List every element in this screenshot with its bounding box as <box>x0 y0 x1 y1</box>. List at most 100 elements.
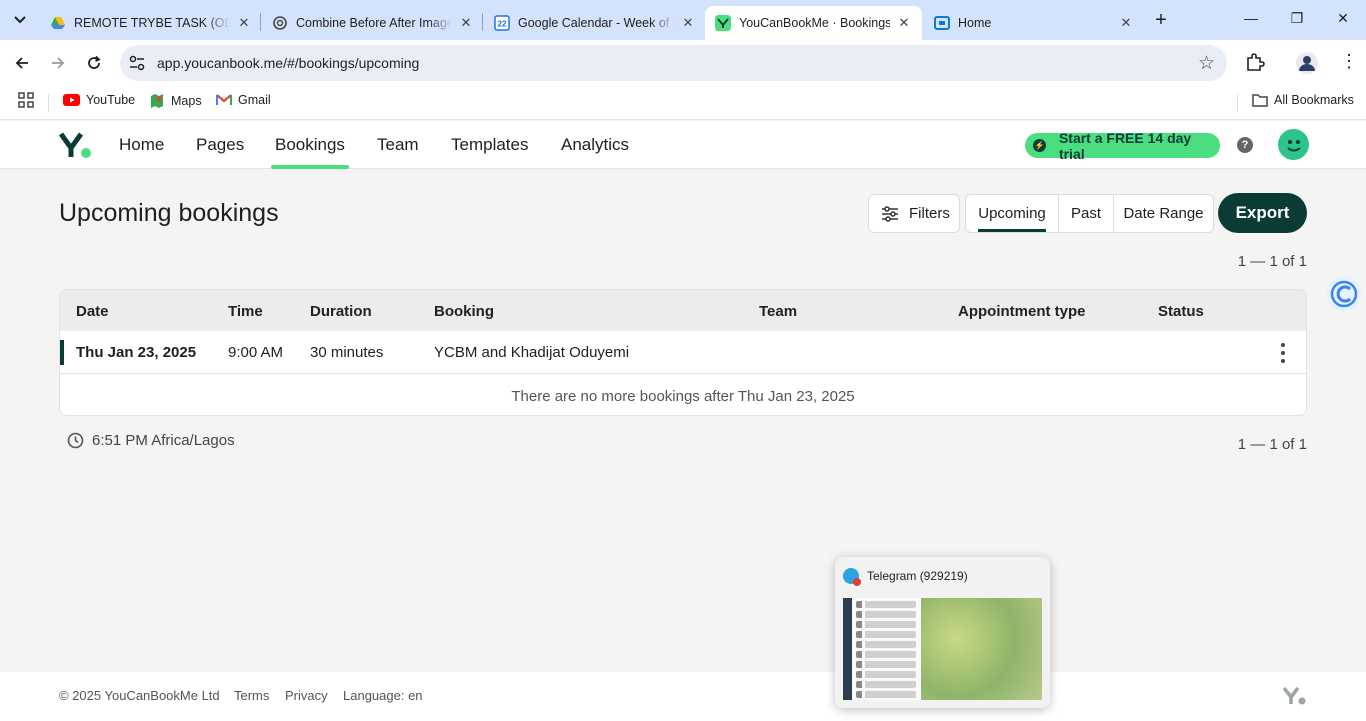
terms-link[interactable]: Terms <box>234 688 269 703</box>
filters-label: Filters <box>909 205 950 222</box>
nav-bookings[interactable]: Bookings <box>271 135 349 169</box>
bookmark-star-icon[interactable]: ☆ <box>1198 52 1215 75</box>
reload-button[interactable] <box>83 52 105 74</box>
cell-date: Thu Jan 23, 2025 <box>76 344 197 361</box>
back-button[interactable] <box>11 52 33 74</box>
telegram-window-preview[interactable]: Telegram (929219) <box>835 557 1050 708</box>
url-text: app.youcanbook.me/#/bookings/upcoming <box>157 55 420 71</box>
pagination-top: 1 — 1 of 1 <box>1237 253 1307 270</box>
grid-icon <box>18 92 34 108</box>
free-trial-button[interactable]: ⚡ Start a FREE 14 day trial <box>1025 130 1220 162</box>
pagination-bottom: 1 — 1 of 1 <box>1237 436 1307 453</box>
cell-duration: 30 minutes <box>310 344 384 361</box>
close-tab-icon[interactable]: ✕ <box>680 15 696 31</box>
all-bookmarks-button[interactable]: All Bookmarks <box>1252 93 1354 107</box>
browser-tab-home[interactable]: Home ✕ <box>924 6 1144 40</box>
export-button[interactable]: Export <box>1218 193 1307 233</box>
extensions-button[interactable] <box>1245 52 1265 77</box>
help-icon[interactable]: ? <box>1237 137 1253 153</box>
timezone-indicator: 6:51 PM Africa/Lagos <box>67 432 235 449</box>
free-trial-label: Start a FREE 14 day trial <box>1058 129 1192 162</box>
google-calendar-icon: 22 <box>494 15 510 31</box>
close-tab-icon[interactable]: ✕ <box>236 15 252 31</box>
column-appointment-type[interactable]: Appointment type <box>958 303 1086 320</box>
lightning-icon: ⚡ <box>1033 139 1046 152</box>
bookmark-youtube[interactable]: YouTube <box>63 93 135 107</box>
address-bar[interactable]: app.youcanbook.me/#/bookings/upcoming ☆ <box>120 45 1227 81</box>
maximize-icon[interactable]: ❐ <box>1287 10 1307 27</box>
youtube-icon <box>63 94 80 106</box>
new-tab-button[interactable]: + <box>1150 9 1172 31</box>
puzzle-icon <box>1247 53 1265 71</box>
segment-upcoming[interactable]: Upcoming <box>966 195 1058 232</box>
divider <box>1237 94 1238 112</box>
column-duration[interactable]: Duration <box>310 303 372 320</box>
youcanbookme-favicon-icon <box>715 15 731 31</box>
close-tab-icon[interactable]: ✕ <box>458 15 474 31</box>
no-more-bookings-message: There are no more bookings after Thu Jan… <box>511 388 855 405</box>
tab-search-button[interactable] <box>8 8 32 32</box>
nav-pages[interactable]: Pages <box>196 135 244 169</box>
telegram-icon <box>843 568 861 586</box>
folder-icon <box>1252 94 1268 107</box>
openai-icon <box>273 16 287 30</box>
browser-tab-combine-images[interactable]: Combine Before After Images ✕ <box>262 6 484 40</box>
tab-separator <box>260 13 261 31</box>
minimize-icon[interactable]: — <box>1241 10 1261 26</box>
nav-home[interactable]: Home <box>119 135 164 169</box>
user-avatar[interactable] <box>1278 129 1309 160</box>
bookmark-gmail[interactable]: Gmail <box>216 93 271 107</box>
forward-button[interactable] <box>47 52 69 74</box>
divider <box>48 94 49 112</box>
telegram-preview-title: Telegram (929219) <box>867 569 968 583</box>
table-header: Date Time Duration Booking Team Appointm… <box>60 290 1306 331</box>
site-info-icon[interactable] <box>128 54 146 72</box>
all-bookmarks-label: All Bookmarks <box>1274 93 1354 107</box>
page-title: Upcoming bookings <box>59 199 279 227</box>
telegram-chat-list <box>852 598 920 700</box>
column-team[interactable]: Team <box>759 303 797 320</box>
browser-tab-youcanbookme[interactable]: YouCanBookMe · Bookings ✕ <box>705 6 922 40</box>
segment-date-range[interactable]: Date Range <box>1113 195 1213 232</box>
nav-templates[interactable]: Templates <box>451 135 528 169</box>
browser-menu-icon[interactable]: ⋮ <box>1340 52 1358 70</box>
telegram-preview-thumbnail <box>843 598 1042 700</box>
bookmark-label: Maps <box>171 94 202 108</box>
tab-title: YouCanBookMe · Bookings <box>739 16 890 30</box>
privacy-link[interactable]: Privacy <box>285 688 328 703</box>
column-time[interactable]: Time <box>228 303 263 320</box>
table-row[interactable]: Thu Jan 23, 2025 9:00 AM 30 minutes YCBM… <box>60 331 1306 374</box>
column-booking[interactable]: Booking <box>434 303 494 320</box>
home-app-icon <box>934 16 950 30</box>
language-selector[interactable]: Language: en <box>343 688 423 703</box>
close-window-icon[interactable]: ✕ <box>1333 10 1353 27</box>
apps-grid-icon[interactable] <box>18 92 34 108</box>
column-date[interactable]: Date <box>76 303 109 320</box>
tab-title: REMOTE TRYBE TASK (ODUYEMI <box>74 16 230 30</box>
footer: © 2025 YouCanBookMe Ltd Terms Privacy La… <box>0 672 1366 721</box>
filters-button[interactable]: Filters <box>868 194 960 233</box>
bookmark-maps[interactable]: Maps <box>149 93 202 109</box>
maps-icon <box>151 94 163 108</box>
telegram-chat-background <box>921 598 1042 700</box>
timezone-text: 6:51 PM Africa/Lagos <box>92 432 235 449</box>
nav-analytics[interactable]: Analytics <box>561 135 629 169</box>
profile-avatar-icon <box>1296 52 1318 74</box>
tab-title: Combine Before After Images <box>296 16 452 30</box>
row-more-options-icon[interactable] <box>1279 343 1287 363</box>
gmail-icon <box>216 94 232 105</box>
bookmark-label: YouTube <box>86 93 136 107</box>
nav-team[interactable]: Team <box>377 135 419 169</box>
telegram-preview-header: Telegram (929219) <box>843 568 968 586</box>
browser-tab-google-calendar[interactable]: 22 Google Calendar - Week of 20 ✕ <box>484 6 706 40</box>
close-tab-icon[interactable]: ✕ <box>1118 15 1134 31</box>
reload-icon <box>88 55 101 69</box>
segment-past[interactable]: Past <box>1058 195 1113 232</box>
browser-tab-remote-trybe[interactable]: REMOTE TRYBE TASK (ODUYEMI ✕ <box>40 6 262 40</box>
youcanbookme-logo[interactable] <box>59 131 93 159</box>
floating-assistant-button[interactable] <box>1326 276 1362 312</box>
tab-title: Home <box>958 16 992 30</box>
column-status[interactable]: Status <box>1158 303 1204 320</box>
close-tab-icon[interactable]: ✕ <box>896 15 912 31</box>
profile-button[interactable] <box>1296 52 1318 79</box>
